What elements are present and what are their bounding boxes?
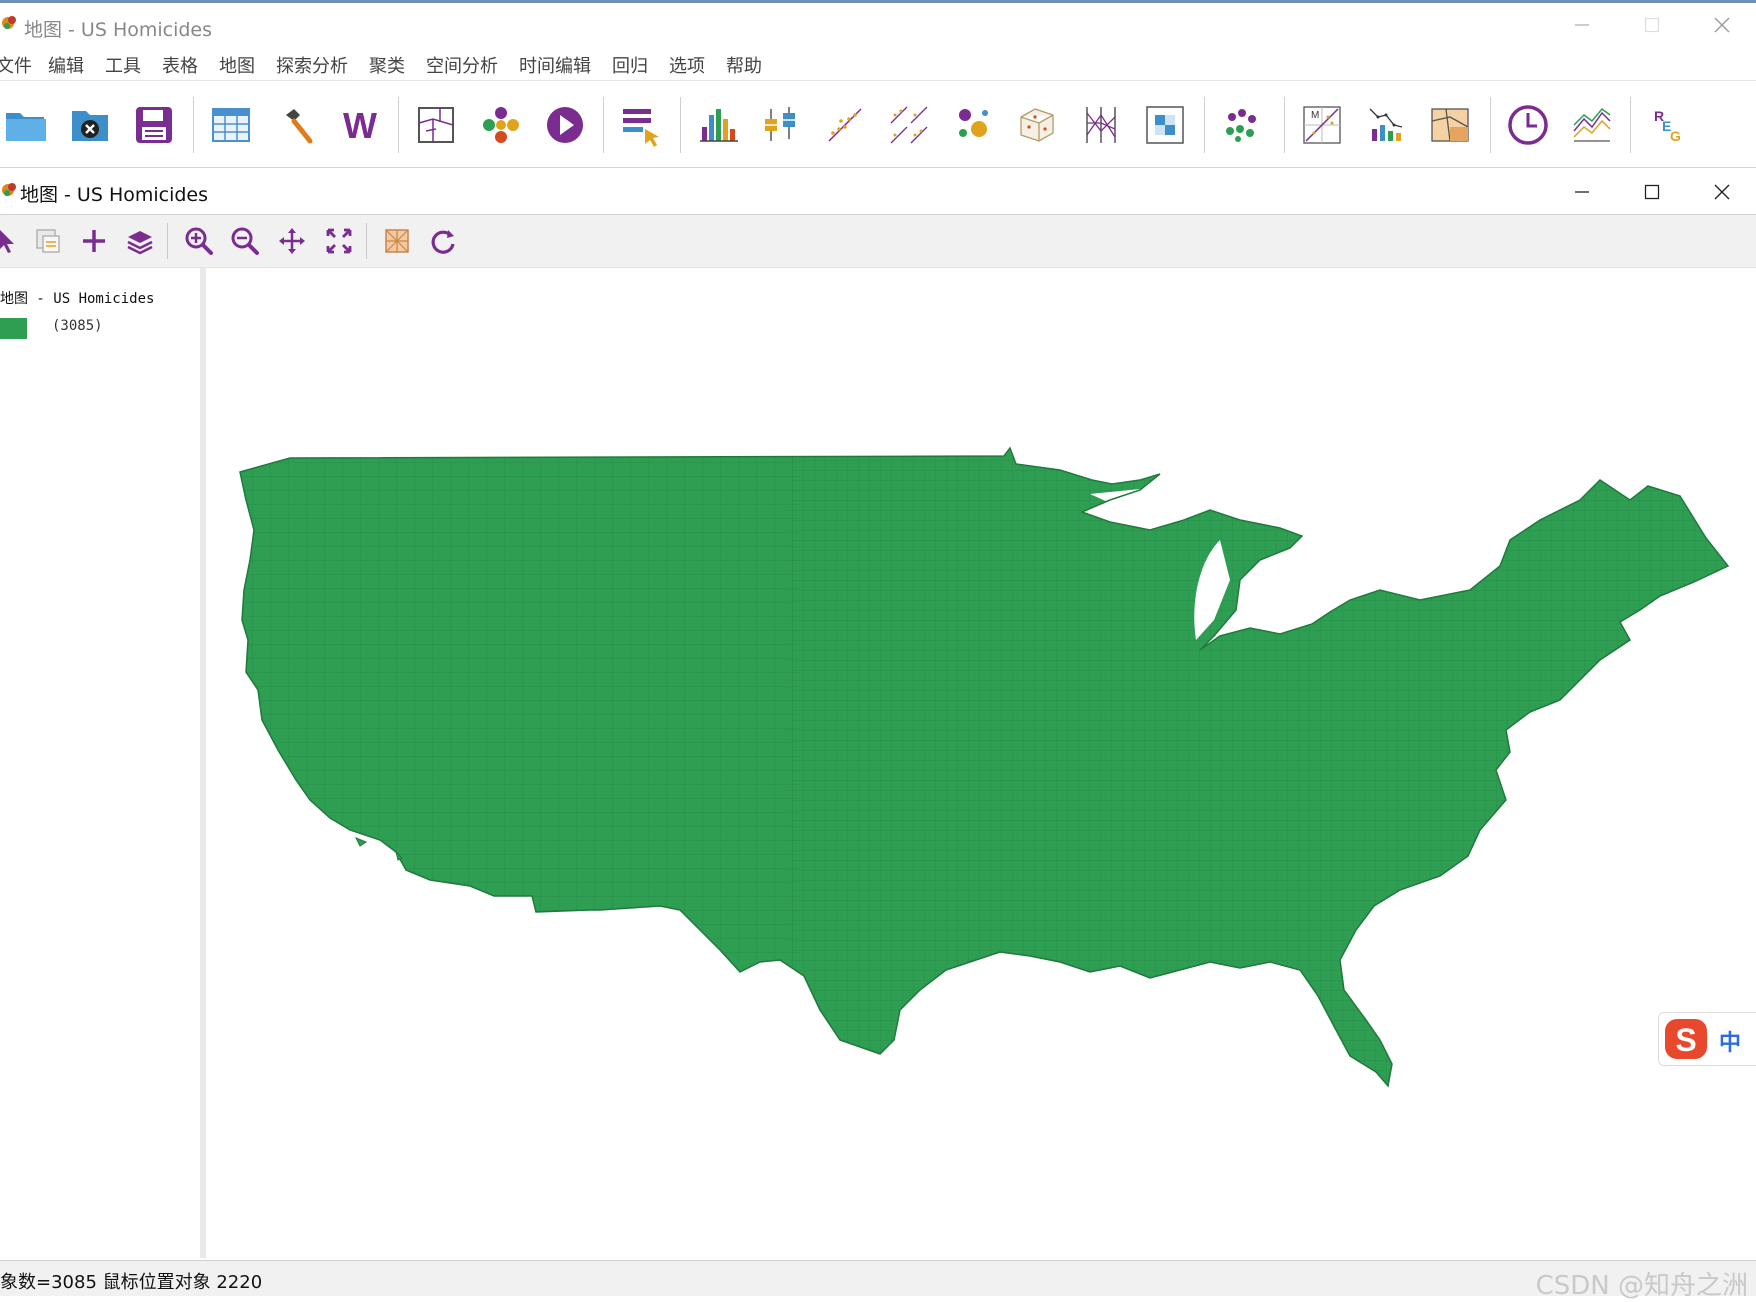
menu-help[interactable]: 帮助 <box>726 52 762 78</box>
bubble-chart-icon[interactable] <box>949 101 997 149</box>
maximize-icon <box>1644 184 1660 200</box>
toolbar-separator <box>1284 97 1285 153</box>
zoom-out-icon[interactable] <box>228 224 262 258</box>
svg-text:W: W <box>343 105 377 146</box>
full-extent-icon[interactable] <box>322 224 356 258</box>
minimize-icon <box>1575 191 1589 193</box>
select-category-icon[interactable] <box>617 101 665 149</box>
menu-explore[interactable]: 探索分析 <box>276 52 348 78</box>
main-close-button[interactable] <box>1702 7 1742 43</box>
toolbar-separator <box>603 97 604 153</box>
maximize-icon <box>1644 17 1660 33</box>
histogram-icon[interactable] <box>694 101 742 149</box>
map-window-logo-icon <box>2 183 16 196</box>
toolbar-separator <box>193 97 194 153</box>
menu-tools[interactable]: 工具 <box>105 52 141 78</box>
toolbar-separator <box>1204 97 1205 153</box>
menu-edit[interactable]: 编辑 <box>48 52 84 78</box>
main-window-title: 地图 - US Homicides <box>24 19 213 41</box>
close-project-icon[interactable] <box>66 101 114 149</box>
watermark-text: CSDN @知舟之洲 <box>1535 1271 1748 1301</box>
scatter-matrix-icon[interactable] <box>885 101 933 149</box>
map-close-button[interactable] <box>1702 174 1742 210</box>
layers-icon[interactable] <box>123 224 157 258</box>
status-bar: 象数=3085 鼠标位置对象 2220 CSDN @知舟之洲 <box>0 1260 1756 1301</box>
legend-panel: 地图 - US Homicides (3085) <box>0 268 206 1258</box>
main-title-bar: 地图 - US Homicides <box>0 3 1756 48</box>
menu-time-editor[interactable]: 时间编辑 <box>519 52 591 78</box>
select-pointer-icon[interactable] <box>0 224 24 258</box>
map-canvas[interactable] <box>210 268 1756 1258</box>
main-maximize-button[interactable] <box>1632 7 1672 43</box>
hammer-tool-icon[interactable] <box>272 101 320 149</box>
table-icon[interactable] <box>207 101 255 149</box>
map-toolbar <box>0 215 1756 268</box>
averages-chart-icon[interactable] <box>1568 101 1616 149</box>
map-minimize-button[interactable] <box>1562 174 1602 210</box>
ime-mode-label[interactable]: 中 <box>1719 1025 1741 1057</box>
refresh-icon[interactable] <box>426 224 460 258</box>
menu-table[interactable]: 表格 <box>162 52 198 78</box>
3d-scatter-icon[interactable] <box>1013 101 1061 149</box>
parallel-coordinates-icon[interactable] <box>1077 101 1125 149</box>
counties-fill <box>240 448 1728 1086</box>
weights-icon[interactable]: W <box>336 101 384 149</box>
svg-text:M: M <box>1311 110 1319 121</box>
menu-regression[interactable]: 回归 <box>612 52 648 78</box>
main-minimize-button[interactable] <box>1562 7 1602 43</box>
moran-scatter-icon[interactable]: M <box>1298 101 1346 149</box>
conditional-plot-icon[interactable] <box>1141 101 1189 149</box>
legend-title: 地图 - US Homicides <box>0 291 155 307</box>
map-toolbar-separator <box>366 223 367 259</box>
legend-count-label: (3085) <box>52 318 103 334</box>
close-icon <box>1714 184 1730 200</box>
app-logo-icon <box>2 16 16 29</box>
svg-text:S: S <box>1675 1022 1696 1058</box>
selectable-layer-icon[interactable] <box>31 224 65 258</box>
pan-icon[interactable] <box>275 224 309 258</box>
ime-toolbar[interactable]: S 中 <box>1658 1012 1756 1066</box>
zoom-in-icon[interactable] <box>182 224 216 258</box>
map-window-title: 地图 - US Homicides <box>20 184 209 206</box>
status-text: 象数=3085 鼠标位置对象 2220 <box>0 1272 263 1293</box>
map-maximize-button[interactable] <box>1632 174 1672 210</box>
toolbar-separator <box>680 97 681 153</box>
map-animation-icon[interactable] <box>541 101 589 149</box>
minimize-icon <box>1575 24 1589 26</box>
menu-file[interactable]: 文件 <box>0 52 32 78</box>
toolbar-separator <box>1490 97 1491 153</box>
menu-cluster[interactable]: 聚类 <box>369 52 405 78</box>
toolbar-separator <box>398 97 399 153</box>
toolbar-separator <box>1630 97 1631 153</box>
map-toolbar-separator <box>167 223 168 259</box>
spatial-correlogram-icon[interactable] <box>1426 101 1474 149</box>
main-toolbar: W M R E G <box>0 80 1756 168</box>
legend-color-swatch[interactable] <box>0 318 27 339</box>
boxplot-icon[interactable] <box>757 101 805 149</box>
menu-map[interactable]: 地图 <box>219 52 255 78</box>
menu-options[interactable]: 选项 <box>669 52 705 78</box>
regression-icon[interactable]: R E G <box>1644 101 1692 149</box>
add-layer-icon[interactable] <box>77 224 111 258</box>
map-window-title-bar: 地图 - US Homicides <box>0 170 1756 215</box>
menu-spatial-analysis[interactable]: 空间分析 <box>426 52 498 78</box>
lisa-icon[interactable] <box>1362 101 1410 149</box>
us-counties-map[interactable] <box>210 268 1756 1258</box>
menu-bar: 文件 编辑 工具 表格 地图 探索分析 聚类 空间分析 时间编辑 回归 选项 帮… <box>0 48 1756 78</box>
svg-text:G: G <box>1670 128 1681 144</box>
time-editor-icon[interactable] <box>1504 101 1552 149</box>
save-icon[interactable] <box>130 101 178 149</box>
close-icon <box>1714 17 1730 33</box>
sogou-ime-icon: S <box>1665 1019 1707 1059</box>
cartogram-icon[interactable] <box>477 101 525 149</box>
cluster-icon[interactable] <box>1218 101 1266 149</box>
basemap-icon[interactable] <box>380 224 414 258</box>
open-folder-icon[interactable] <box>2 101 50 149</box>
scatter-plot-icon[interactable] <box>821 101 869 149</box>
map-icon[interactable] <box>412 101 460 149</box>
